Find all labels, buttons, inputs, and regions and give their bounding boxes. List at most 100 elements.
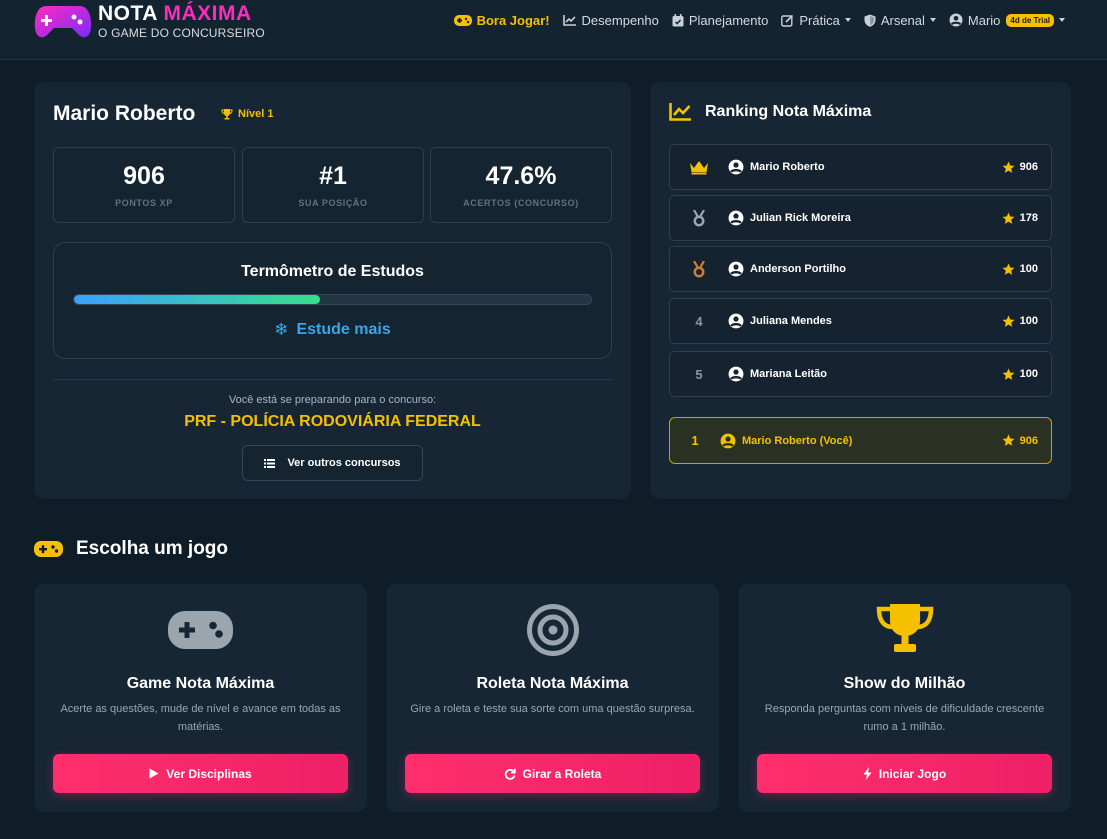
bronze-medal-icon: [693, 260, 705, 277]
stat-value: #1: [319, 162, 347, 190]
view-disciplines-button[interactable]: Ver Disciplinas: [53, 754, 348, 793]
contest-name: PRF - POLÍCIA RODOVIÁRIA FEDERAL: [184, 413, 481, 430]
user-circle-icon: [728, 313, 744, 329]
games-section-label: Escolha um jogo: [76, 538, 229, 559]
ranking-row[interactable]: Anderson Portilho 100: [669, 246, 1052, 292]
rank-score: 100: [1002, 352, 1038, 396]
edit-icon: [781, 14, 794, 27]
rank-user-name: Mario Roberto: [750, 161, 825, 173]
rank-user-name: Mariana Leitão: [750, 368, 828, 380]
trophy-icon: [876, 604, 933, 652]
chart-line-icon: [562, 15, 576, 26]
trial-badge: 4d de Trial: [1006, 13, 1054, 27]
rank-score: 100: [1002, 299, 1038, 343]
top-navbar: NOTA MÁXIMA O GAME DO CONCURSEIRO Bora J…: [0, 0, 1107, 60]
nav-label: Planejamento: [688, 12, 769, 28]
game-title: Roleta Nota Máxima: [476, 675, 629, 692]
rank-user-name: Julian Rick Moreira: [750, 212, 851, 224]
profile-name: Mario Roberto: [53, 102, 196, 125]
rank-score: 100: [1002, 247, 1038, 291]
gamepad-icon: [168, 611, 233, 649]
rank-user: Mario Roberto: [728, 145, 825, 189]
rank-score: 906: [1002, 145, 1038, 189]
gamepad-icon: [34, 541, 63, 557]
other-contests-label: Ver outros concursos: [287, 457, 401, 469]
level-label: Nível 1: [238, 108, 274, 120]
nav-planejamento[interactable]: Planejamento: [672, 12, 769, 28]
logo-subtitle: O GAME DO CONCURSEIRO: [98, 26, 265, 40]
rank-score-value: 906: [1019, 161, 1038, 173]
user-circle-icon: [728, 210, 744, 226]
rank-user-name: Mario Roberto (Você): [742, 434, 853, 447]
rank-user: Anderson Portilho: [728, 247, 846, 291]
ranking-row[interactable]: Mario Roberto 906: [669, 144, 1052, 190]
rank-position: 1: [691, 433, 699, 448]
games-section-title: Escolha um jogo: [34, 538, 228, 560]
rank-position: 5: [695, 366, 703, 382]
play-icon: [149, 768, 159, 779]
nav-label: Prática: [799, 12, 840, 28]
star-icon: [1002, 212, 1015, 224]
rank-user-name: Anderson Portilho: [750, 263, 846, 275]
ranking-row[interactable]: Julian Rick Moreira 178: [669, 195, 1052, 241]
snowflake-icon: ❄: [274, 320, 289, 339]
star-icon: [1002, 368, 1015, 380]
level-badge: Nível 1: [221, 108, 273, 120]
logo-word-maxima: MÁXIMA: [163, 2, 252, 25]
calendar-icon: [672, 13, 684, 26]
brand-logo[interactable]: NOTA MÁXIMA O GAME DO CONCURSEIRO: [34, 2, 265, 40]
start-game-button[interactable]: Iniciar Jogo: [757, 754, 1052, 793]
gamepad-icon: [453, 14, 472, 26]
rank-score-value: 100: [1019, 263, 1038, 275]
chart-line-icon: [669, 103, 691, 121]
rank-position: [670, 145, 728, 189]
other-contests-button[interactable]: Ver outros concursos: [242, 445, 423, 481]
spin-roulette-button[interactable]: Girar a Roleta: [405, 754, 700, 793]
crown-icon: [690, 160, 708, 174]
stat-position: #1 SUA POSIÇÃO: [242, 147, 424, 223]
rank-user: Mario Roberto (Você): [720, 418, 852, 463]
bolt-icon: [863, 767, 872, 780]
nav-user-menu[interactable]: Mario 4d de Trial: [949, 13, 1065, 28]
star-icon: [1002, 434, 1015, 446]
ranking-current-user-row[interactable]: 1 Mario Roberto (Você) 906: [669, 417, 1052, 464]
game-card-roleta: Roleta Nota Máxima Gire a roleta e teste…: [386, 584, 719, 812]
stat-xp: 906 PONTOS XP: [53, 147, 235, 223]
rank-user: Julian Rick Moreira: [728, 196, 851, 240]
prep-text: Você está se preparando para o concurso:: [228, 394, 437, 406]
nav-desempenho[interactable]: Desempenho: [562, 13, 659, 28]
ranking-row[interactable]: 5 Mariana Leitão 100: [669, 351, 1052, 397]
nav-pratica[interactable]: Prática: [781, 12, 851, 28]
profile-card: Mario Roberto Nível 1 906 PONTOS XP #1 S…: [34, 82, 631, 499]
game-description: Responda perguntas com níveis de dificul…: [764, 703, 1045, 733]
rank-score-value: 906: [1019, 434, 1038, 447]
stat-accuracy: 47.6% ACERTOS (CONCURSO): [430, 147, 612, 223]
game-description: Acerte as questões, mude de nível e avan…: [60, 703, 341, 733]
logo-word-nota: NOTA: [98, 2, 158, 25]
game-card-nota-maxima: Game Nota Máxima Acerte as questões, mud…: [34, 584, 367, 812]
rank-score: 178: [1002, 196, 1038, 240]
stat-label: ACERTOS (CONCURSO): [463, 198, 579, 208]
thermometer-status-label: Estude mais: [296, 321, 391, 338]
stat-value: 47.6%: [485, 162, 557, 190]
trophy-icon: [221, 109, 233, 120]
ranking-card: Ranking Nota Máxima Mario Roberto 906 Ju…: [650, 82, 1071, 499]
rank-score: 906: [1002, 418, 1038, 463]
nav-bora-jogar[interactable]: Bora Jogar!: [453, 13, 550, 28]
target-icon: [526, 604, 579, 656]
rank-user: Juliana Mendes: [728, 299, 832, 343]
stat-label: PONTOS XP: [115, 198, 173, 208]
thermometer-progress-bar: [73, 294, 592, 305]
ranking-row[interactable]: 4 Juliana Mendes 100: [669, 298, 1052, 344]
game-title: Show do Milhão: [843, 675, 966, 692]
nav-label: Mario: [967, 12, 1001, 28]
button-label: Girar a Roleta: [522, 766, 602, 781]
chevron-down-icon: [844, 18, 851, 22]
user-circle-icon: [728, 159, 744, 175]
game-title: Game Nota Máxima: [126, 675, 275, 692]
star-icon: [1002, 161, 1015, 173]
nav-arsenal[interactable]: Arsenal: [864, 13, 936, 28]
stat-value: 906: [123, 162, 165, 190]
star-icon: [1002, 315, 1015, 327]
gamepad-logo-icon: [34, 6, 92, 38]
